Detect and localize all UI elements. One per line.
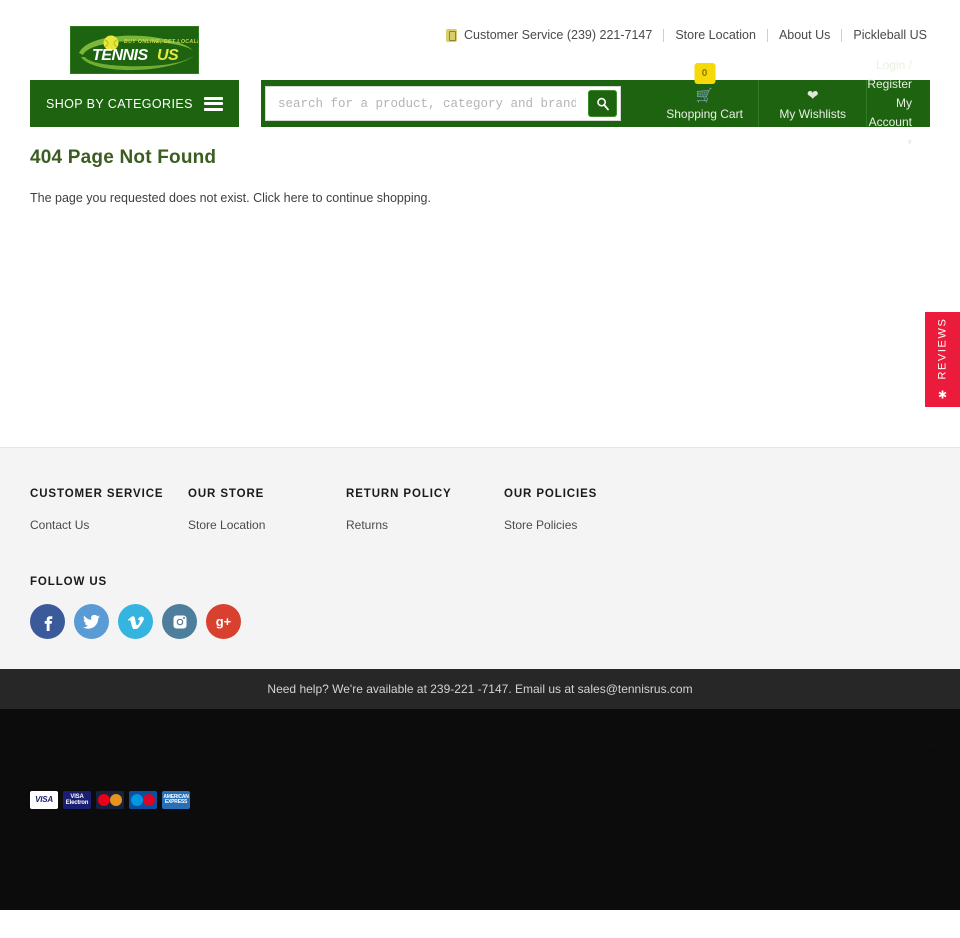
footer-links-section: CUSTOMER SERVICE Contact Us OUR STORE St… xyxy=(0,447,960,669)
corner-mark: . xyxy=(928,737,932,749)
topnav-link-about-us[interactable]: About Us xyxy=(768,28,841,42)
instagram-icon[interactable] xyxy=(162,604,197,639)
footer-column-title: CUSTOMER SERVICE xyxy=(30,488,164,500)
reviews-tab-inner: ✱ REVIEWS xyxy=(936,318,950,401)
shopping-cart-label: Shopping Cart xyxy=(666,106,743,121)
cart-count-badge: 0 xyxy=(694,63,716,84)
my-wishlists-button[interactable]: ❤ My Wishlists xyxy=(758,80,868,127)
footer-column-our-store: OUR STORE Store Location xyxy=(188,488,346,532)
google-plus-icon[interactable]: g+ xyxy=(206,604,241,639)
my-account-link[interactable]: My Account ▾ xyxy=(867,94,912,152)
help-bar: Need help? We're available at 239-221 -7… xyxy=(0,669,960,709)
shopping-cart-button[interactable]: 0 🛒 Shopping Cart xyxy=(651,63,758,127)
help-text: Need help? We're available at 239-221 -7… xyxy=(267,682,693,696)
logo-image: BUY ONLINE, GET LOCALLY! TENNIS US xyxy=(70,26,199,74)
main-content: 404 Page Not Found The page you requeste… xyxy=(0,127,960,447)
phone-icon xyxy=(446,28,458,42)
google-plus-glyph: g+ xyxy=(215,614,232,629)
mastercard-icon xyxy=(96,791,124,809)
search-button[interactable] xyxy=(588,90,617,117)
main-header-bar: SHOP BY CATEGORIES 0 🛒 Shopping Cart ❤ xyxy=(30,58,930,148)
heart-icon: ❤ xyxy=(806,86,819,103)
my-account-label: My Account xyxy=(868,95,912,130)
visa-electron-icon: VISA Electron xyxy=(63,791,91,809)
footer-column-customer-service: CUSTOMER SERVICE Contact Us xyxy=(30,488,188,532)
social-links: g+ xyxy=(30,604,930,639)
topnav-link-store-location[interactable]: Store Location xyxy=(664,28,767,42)
header-right-region: 0 🛒 Shopping Cart ❤ My Wishlists Login /… xyxy=(261,58,930,148)
maestro-icon xyxy=(129,791,157,809)
american-express-icon: AMERICAN EXPRESS xyxy=(162,791,190,809)
top-bar: BUY ONLINE, GET LOCALLY! TENNIS US Custo… xyxy=(0,0,960,80)
reviews-tab-label: REVIEWS xyxy=(936,318,949,381)
page-title: 404 Page Not Found xyxy=(30,147,217,168)
footer-column-title: OUR STORE xyxy=(188,488,265,500)
search-input[interactable] xyxy=(266,87,588,120)
top-navigation: Customer Service (239) 221-7147 Store Lo… xyxy=(435,28,938,42)
shop-by-categories-button[interactable]: SHOP BY CATEGORIES xyxy=(30,80,239,127)
continue-shopping-link[interactable]: here xyxy=(284,191,309,205)
reviews-tab[interactable]: ✱ REVIEWS xyxy=(925,312,960,407)
visa-icon: VISA xyxy=(30,791,58,809)
my-wishlists-label: My Wishlists xyxy=(779,106,847,121)
customer-service-item[interactable]: Customer Service (239) 221-7147 xyxy=(435,28,663,42)
star-icon: ✱ xyxy=(937,386,949,401)
chevron-down-icon: ▾ xyxy=(907,137,912,148)
page-message-after: to continue shopping. xyxy=(308,191,431,205)
payment-methods: VISA VISA Electron AMERICAN EXPRESS xyxy=(30,791,190,809)
vimeo-icon[interactable] xyxy=(118,604,153,639)
footer-column-title: OUR POLICIES xyxy=(504,488,598,500)
twitter-icon[interactable] xyxy=(74,604,109,639)
facebook-icon[interactable] xyxy=(30,604,65,639)
svg-text:US: US xyxy=(157,47,179,64)
shopping-cart-icon: 🛒 xyxy=(695,86,714,103)
svg-text:BUY ONLINE, GET LOCALLY!: BUY ONLINE, GET LOCALLY! xyxy=(124,39,199,45)
footer-link-returns[interactable]: Returns xyxy=(346,518,504,532)
page-message: The page you requested does not exist. C… xyxy=(30,191,930,205)
topnav-link-pickleball-us[interactable]: Pickleball US xyxy=(842,28,938,42)
svg-text:TENNIS: TENNIS xyxy=(92,47,149,64)
footer-column-return-policy: RETURN POLICY Returns xyxy=(346,488,504,532)
footer-columns: CUSTOMER SERVICE Contact Us OUR STORE St… xyxy=(30,488,930,532)
header-actions: 0 🛒 Shopping Cart ❤ My Wishlists Login /… xyxy=(651,58,930,148)
bottom-bar: . VISA VISA Electron AMERICAN EXPRESS xyxy=(0,709,960,910)
follow-us-title: FOLLOW US xyxy=(30,576,108,588)
search-icon xyxy=(596,97,609,110)
footer-link-contact-us[interactable]: Contact Us xyxy=(30,518,188,532)
footer-link-store-location[interactable]: Store Location xyxy=(188,518,346,532)
page-message-before: The page you requested does not exist. C… xyxy=(30,191,284,205)
customer-service-label: Customer Service (239) 221-7147 xyxy=(464,28,653,42)
account-menu[interactable]: Login / Register My Account ▾ xyxy=(867,56,930,152)
search-box xyxy=(265,86,621,121)
site-logo[interactable]: BUY ONLINE, GET LOCALLY! TENNIS US xyxy=(70,26,199,74)
login-register-link[interactable]: Login / Register xyxy=(867,56,912,94)
footer-column-title: RETURN POLICY xyxy=(346,488,452,500)
footer-column-our-policies: OUR POLICIES Store Policies xyxy=(504,488,662,532)
shop-by-categories-label: SHOP BY CATEGORIES xyxy=(46,96,193,111)
hamburger-menu-icon[interactable] xyxy=(204,96,223,111)
footer-link-store-policies[interactable]: Store Policies xyxy=(504,518,662,532)
